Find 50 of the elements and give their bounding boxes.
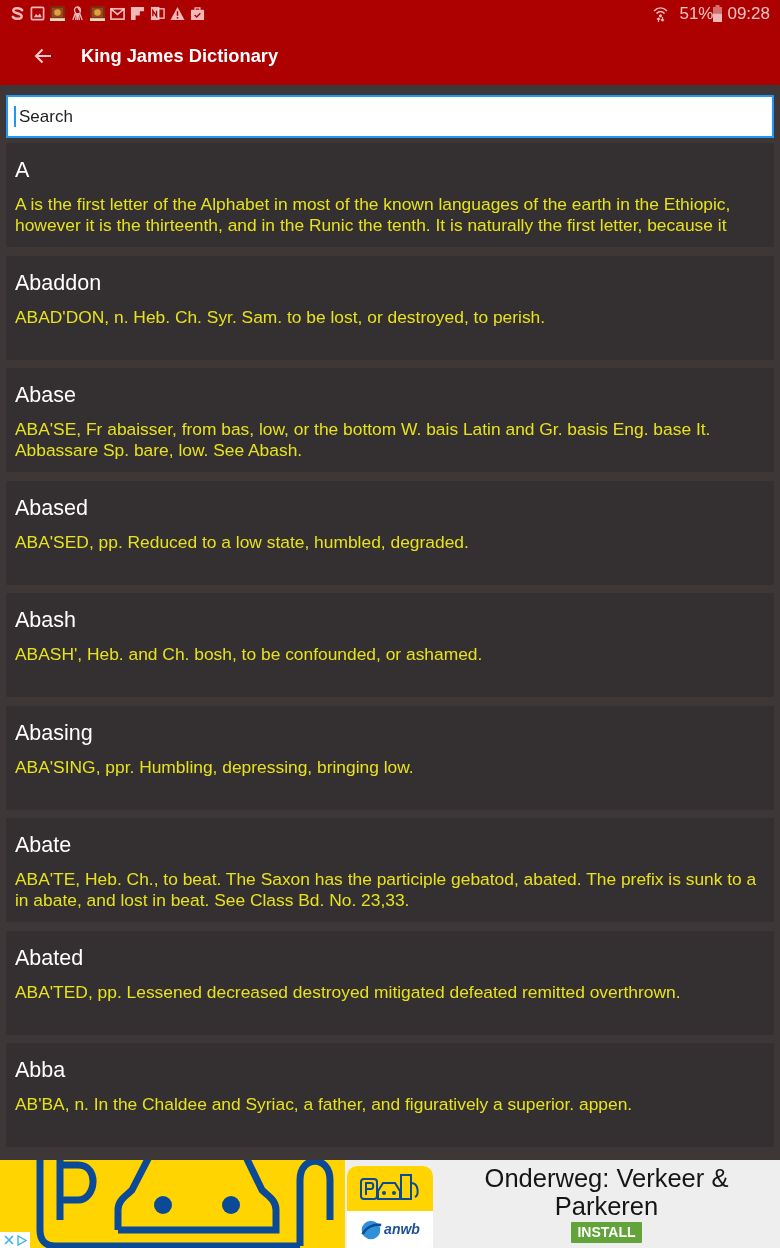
text-cursor-icon — [14, 106, 16, 127]
entry-definition: ABA'TE, Heb. Ch., to beat. The Saxon has the participle gebatod, abated. The prefix is sunk to a in abate, and lost in beat. See Class Bd. No. 23,33. — [15, 869, 758, 911]
book-icon[interactable] — [50, 6, 65, 21]
brand-label: anwb — [384, 1220, 420, 1239]
entry-word: A — [15, 157, 31, 183]
mail-icon[interactable] — [110, 6, 125, 21]
entry-definition: ABA'SED, pp. Reduced to a low state, humbled, degraded. — [15, 531, 470, 553]
entry-card[interactable]: Abated ABA'TED, pp. Lessened decreased destroyed mitigated defeated remitted overthrown. — [6, 930, 774, 1035]
globe-swoosh-icon — [360, 1218, 383, 1241]
blocks-icon[interactable] — [130, 6, 145, 21]
entry-definition: ABA'SE, Fr abaisser, from bas, low, or the bottom W. bais Latin and Gr. basis Eng. base It. Abbassare Sp. bare, low. See Abash. — [15, 419, 712, 461]
wifi-icon — [653, 5, 669, 22]
entry-word: Abaddon — [15, 269, 103, 296]
entry-definition: ABASH', Heb. and Ch. bosh, to be confounded, or ashamed. — [15, 644, 484, 665]
image-icon[interactable] — [30, 6, 45, 21]
entry-card[interactable]: Abate ABA'TE, Heb. Ch., to beat. The Saxon has the participle gebatod, abated. The prefix is sunk to a in abate, and lost in beat. See Class Bd. No. 23,33. — [6, 818, 774, 922]
entry-card[interactable]: Abase ABA'SE, Fr abaisser, from bas, low, or the bottom W. bais Latin and Gr. basis Eng. base It. Abbassare Sp. bare, low. See Abash. — [6, 368, 774, 472]
squid-icon[interactable] — [70, 6, 85, 21]
entry-word: Abasing — [15, 719, 94, 746]
s-logo-icon[interactable] — [10, 6, 25, 21]
entry-card[interactable]: Abasing ABA'SING, ppr. Humbling, depressing, bringing low. — [6, 705, 774, 810]
entry-definition: AB'BA, n. In the Chaldee and Syriac, a father, and figuratively a superior. appen. — [15, 1094, 634, 1115]
entry-word: Abased — [15, 494, 89, 521]
battery-percent: 51% — [679, 3, 714, 24]
notebook-icon[interactable] — [150, 6, 165, 21]
entry-word: Abase — [15, 382, 77, 408]
briefcase-check-icon[interactable] — [190, 6, 205, 21]
warning-icon[interactable] — [170, 6, 185, 21]
book-icon[interactable] — [90, 6, 105, 21]
back-arrow-icon — [34, 48, 52, 64]
entry-word: Abated — [15, 944, 85, 971]
clock-time: 09:28 — [727, 3, 770, 24]
entry-definition: ABA'TED, pp. Lessened decreased destroyed mitigated defeated remitted overthrown. — [15, 981, 682, 1003]
entry-card[interactable]: Abba AB'BA, n. In the Chaldee and Syriac, a father, and figuratively a superior. appen. — [6, 1043, 774, 1147]
entry-word: Abate — [15, 832, 73, 858]
play-triangle-icon[interactable] — [16, 1234, 27, 1246]
entry-card[interactable]: Abash ABASH', Heb. and Ch. bosh, to be confounded, or ashamed. — [6, 593, 774, 697]
app-title: King James Dictionary — [81, 44, 279, 68]
search-field[interactable]: Search — [6, 95, 774, 138]
entry-definition: A is the first letter of the Alphabet in most of the known languages of the earth in the Ethiopic, however it is the thirteenth, and in the Runic the tenth. It is naturally the first letter, because it — [15, 194, 732, 236]
entry-word: Abash — [15, 607, 77, 633]
entry-definition: ABAD'DON, n. Heb. Ch. Syr. Sam. to be lost, or destroyed, to perish. — [15, 306, 547, 328]
app-icon-tile[interactable]: anwb — [347, 1166, 433, 1248]
battery-icon — [713, 5, 723, 22]
ad-title: Onderweg: Verkeer & Parkeren — [483, 1164, 730, 1220]
entry-definition: ABA'SING, ppr. Humbling, depressing, bringing low. — [15, 756, 415, 778]
entry-card[interactable]: Abaddon ABAD'DON, n. Heb. Ch. Syr. Sam. to be lost, or destroyed, to perish. — [6, 255, 774, 360]
entry-word: Abba — [15, 1057, 67, 1083]
entry-card[interactable]: Abased ABA'SED, pp. Reduced to a low state, humbled, degraded. — [6, 480, 774, 585]
close-icon[interactable] — [3, 1235, 14, 1245]
